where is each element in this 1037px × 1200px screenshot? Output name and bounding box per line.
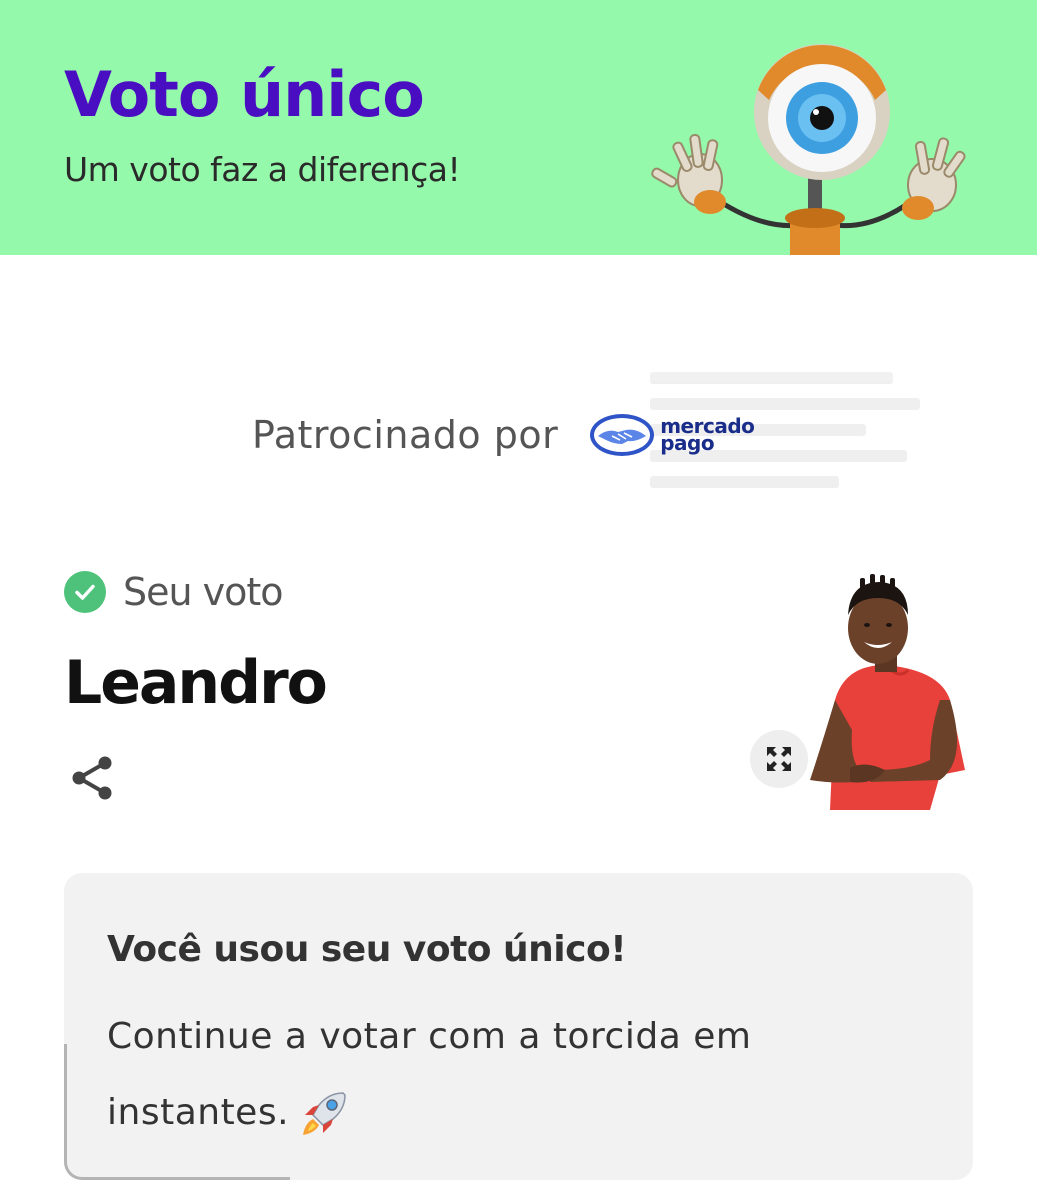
vote-status-label: Seu voto — [123, 570, 284, 614]
sponsor-label: Patrocinado por — [252, 413, 559, 457]
big-brother-mascot-icon — [651, 44, 966, 255]
candidate-photo[interactable] — [790, 570, 970, 810]
page-subtitle: Um voto faz a diferença! — [64, 150, 461, 189]
share-button[interactable] — [64, 750, 120, 806]
info-card-title: Você usou seu voto único! — [107, 929, 627, 970]
check-circle-icon — [64, 571, 106, 613]
sponsor-logo-text: mercado pago — [660, 414, 755, 455]
mercado-pago-logo[interactable]: mercado pago — [588, 412, 755, 458]
page-title: Voto único — [64, 58, 425, 131]
rocket-icon — [303, 1092, 346, 1135]
share-icon — [72, 756, 112, 800]
candidate-name: Leandro — [64, 648, 328, 718]
handshake-logo-icon — [590, 414, 655, 456]
info-card-body: Continue a votar com a torcida em instan… — [107, 999, 827, 1151]
expand-icon — [767, 747, 791, 771]
sponsor-block: Patrocinado por mercado pago — [252, 405, 755, 465]
info-card-body-text: Continue a votar com a torcida em instan… — [107, 1016, 752, 1133]
vote-status: Seu voto — [64, 566, 284, 618]
info-card: Você usou seu voto único! Continue a vot… — [64, 873, 973, 1180]
expand-button[interactable] — [750, 730, 808, 788]
header-banner: Voto único Um voto faz a diferença! — [0, 0, 1037, 255]
